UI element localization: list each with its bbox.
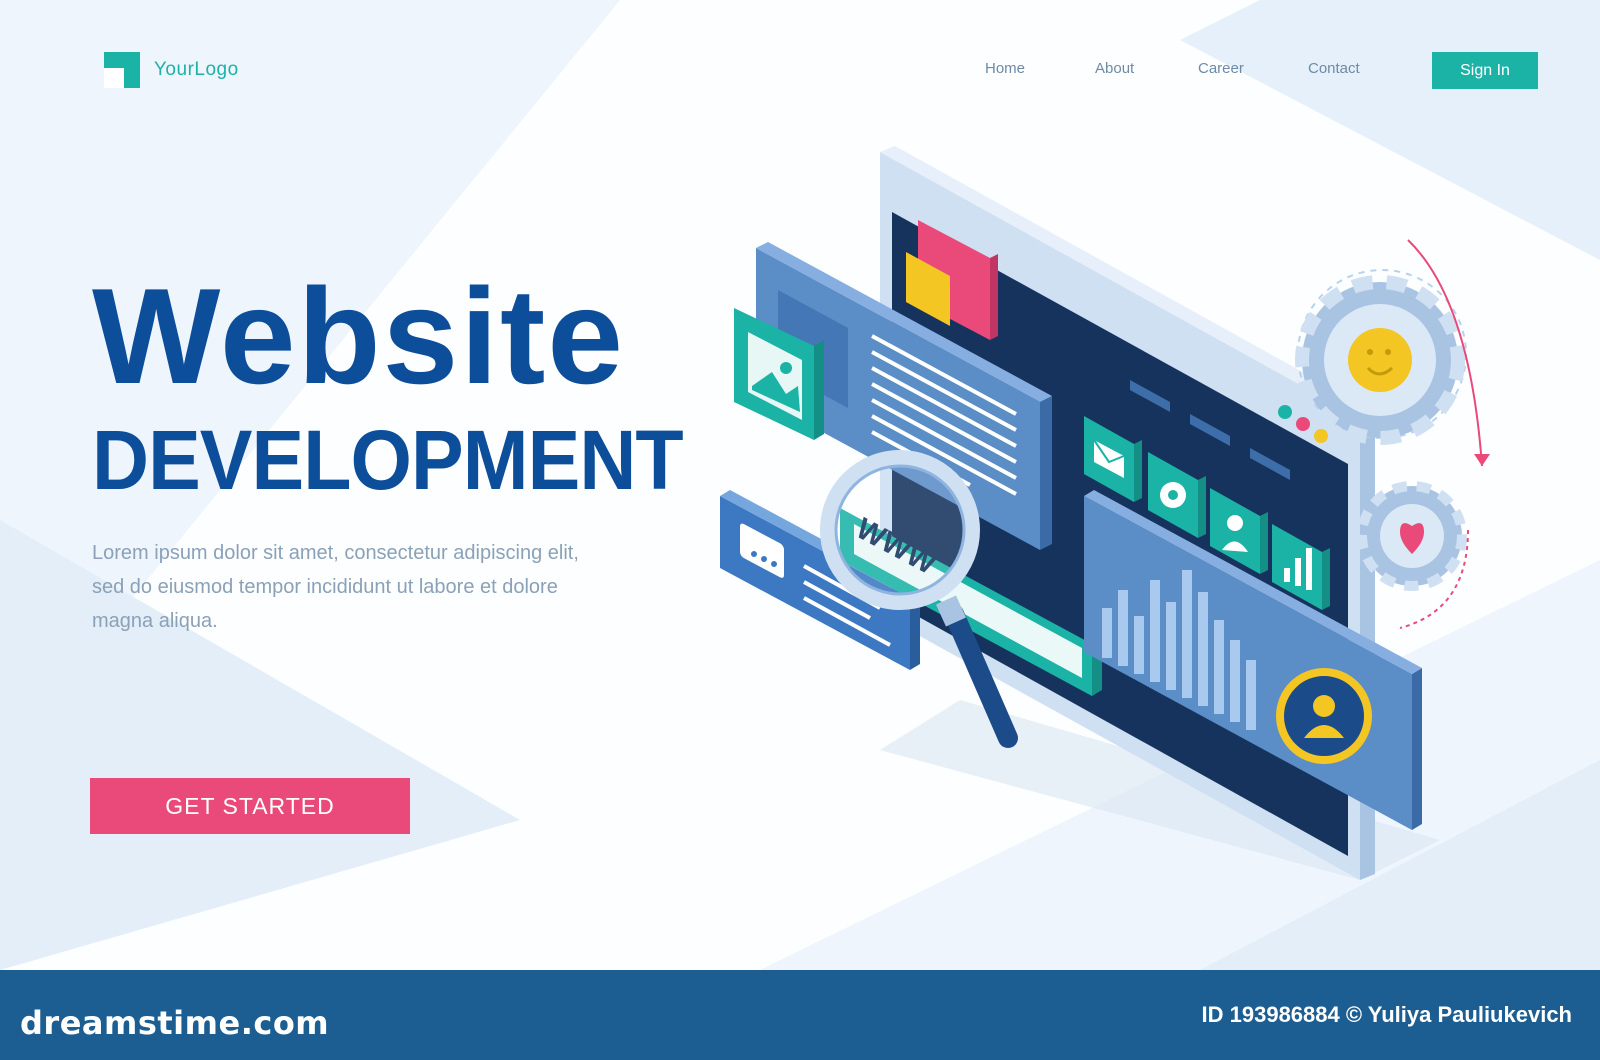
window-dot-green <box>1278 405 1292 419</box>
footer-credit: ID 193986884 © Yuliya Pauliukevich <box>1201 1002 1572 1027</box>
hero-subtitle: DEVELOPMENT <box>92 413 684 507</box>
nav-about[interactable]: About <box>1095 60 1134 77</box>
hero-description-line-1: Lorem ipsum dolor sit amet, consectetur … <box>92 542 579 564</box>
footer-brand: dreamstime.com <box>20 1004 330 1042</box>
nav-home[interactable]: Home <box>985 60 1025 77</box>
hero-description-line-3: magna aliqua. <box>92 610 218 632</box>
web-development-illustration: WWW <box>720 146 1490 880</box>
window-dot-yellow <box>1314 429 1328 443</box>
get-started-button[interactable]: GET STARTED <box>90 778 410 834</box>
logo[interactable]: YourLogo <box>104 52 239 88</box>
hero-title: Website <box>92 260 625 412</box>
logo-mark-icon <box>104 52 140 88</box>
sign-in-button[interactable]: Sign In <box>1432 52 1538 89</box>
nav-contact[interactable]: Contact <box>1308 60 1360 77</box>
gear-small-icon <box>1357 481 1469 629</box>
hero-description-line-2: sed do eiusmod tempor incididunt ut labo… <box>92 576 558 598</box>
logo-text: YourLogo <box>154 59 239 80</box>
window-dot-red <box>1296 417 1310 431</box>
hero-description: Lorem ipsum dolor sit amet, consectetur … <box>92 536 652 638</box>
nav-career[interactable]: Career <box>1198 60 1244 77</box>
